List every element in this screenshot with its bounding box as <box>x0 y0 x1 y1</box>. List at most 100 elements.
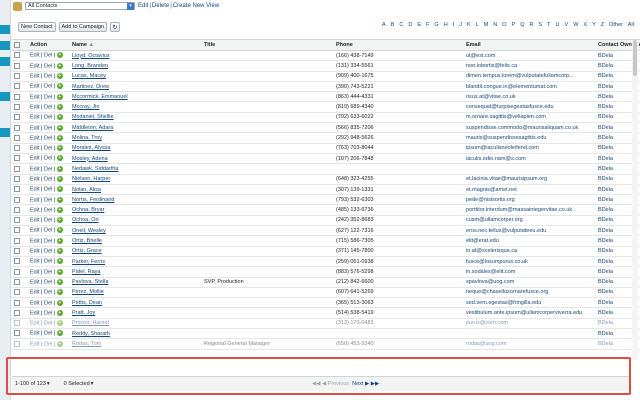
contact-name-link[interactable]: Pettis, Dean <box>72 300 102 306</box>
edit-link[interactable]: Edit <box>30 218 39 224</box>
sidebar-tab-2[interactable] <box>0 41 10 50</box>
email-link[interactable]: ut@est.com <box>466 53 495 59</box>
row-checkbox[interactable] <box>14 155 20 162</box>
delete-link[interactable]: Del <box>44 228 52 234</box>
contact-name-link[interactable]: Ortiz, Grace <box>72 248 102 254</box>
delete-link[interactable]: Del <box>44 104 52 110</box>
add-icon[interactable]: + <box>56 227 63 234</box>
edit-link[interactable]: Edit <box>30 197 39 203</box>
edit-link[interactable]: Edit <box>30 341 39 347</box>
alpha-filter-y[interactable]: Y <box>592 22 596 28</box>
add-icon[interactable]: + <box>56 175 63 182</box>
owner-link[interactable]: BDela <box>598 248 613 254</box>
delete-link[interactable]: Del <box>44 259 52 265</box>
contact-name-link[interactable]: Mccray, Jin <box>72 104 99 110</box>
owner-link[interactable]: BDela <box>598 331 613 337</box>
delete-link[interactable]: Del <box>44 300 52 306</box>
row-checkbox[interactable] <box>14 83 20 90</box>
edit-link[interactable]: Edit <box>30 228 39 234</box>
vertical-scrollbar[interactable] <box>632 40 638 360</box>
alpha-filter-l[interactable]: L <box>476 22 479 28</box>
add-icon[interactable]: + <box>56 134 63 141</box>
sidebar-tab-1[interactable] <box>0 25 10 34</box>
contact-name-link[interactable]: Patel, Raya <box>72 269 100 275</box>
contact-name-link[interactable]: Ochoa, Bryar <box>72 207 104 213</box>
scrollbar-thumb[interactable] <box>633 40 637 76</box>
email-link[interactable]: vestibulum.ante.ipsum@ullamcorperviverra… <box>466 310 582 316</box>
owner-link[interactable]: BDela <box>598 176 613 182</box>
contact-name-link[interactable]: Mcdaniel, Shellie <box>72 114 114 120</box>
edit-link[interactable]: Edit <box>30 146 39 152</box>
edit-link[interactable]: Edit <box>30 94 39 100</box>
edit-link[interactable]: Edit <box>30 207 39 213</box>
contact-name-link[interactable]: Mccormick, Emmanuel <box>72 94 128 100</box>
alpha-filter-t[interactable]: T <box>547 22 550 28</box>
edit-link[interactable]: Edit <box>30 84 39 90</box>
add-icon[interactable]: + <box>56 248 63 255</box>
alpha-filter-other[interactable]: Other <box>609 22 623 28</box>
alpha-filter-f[interactable]: F <box>426 22 429 28</box>
email-link[interactable]: fusce@losumpurus.co.uk <box>466 259 528 265</box>
column-header-title[interactable]: Title <box>202 39 334 51</box>
delete-link[interactable]: Del <box>44 290 52 296</box>
owner-link[interactable]: BDela <box>598 217 613 223</box>
owner-link[interactable]: BDela <box>598 207 613 213</box>
chevron-down-icon[interactable]: ▾ <box>127 3 134 10</box>
selected-count-select[interactable]: 0 Selected ▾ <box>64 381 94 387</box>
delete-link[interactable]: Del <box>44 279 52 285</box>
edit-link[interactable]: Edit <box>30 53 39 59</box>
contact-name-link[interactable]: Proctor, Harriet <box>72 320 109 326</box>
add-icon[interactable]: + <box>56 320 63 327</box>
alpha-filter-s[interactable]: S <box>538 22 542 28</box>
alpha-filter-c[interactable]: C <box>399 22 403 28</box>
contact-name-link[interactable]: Pavlova, Stella <box>72 279 108 285</box>
edit-link[interactable]: Edit <box>30 290 39 296</box>
row-checkbox[interactable] <box>14 299 20 306</box>
email-link[interactable]: m.ornare.sagittis@vellapien.com <box>466 114 546 120</box>
delete-link[interactable]: Del <box>44 331 52 337</box>
edit-link[interactable]: Edit <box>30 125 39 131</box>
add-icon[interactable]: + <box>56 124 63 131</box>
owner-link[interactable]: BDela <box>598 125 613 131</box>
contact-name-link[interactable]: Reddy, Sharath <box>72 331 110 337</box>
row-checkbox[interactable] <box>14 93 20 100</box>
alpha-filter-b[interactable]: B <box>391 22 395 28</box>
edit-link[interactable]: Edit <box>30 310 39 316</box>
contact-name-link[interactable]: Perez, Mollie <box>72 289 104 295</box>
email-link[interactable]: eros.nec.tellus@vulputateeu.edu <box>466 228 546 234</box>
add-icon[interactable]: + <box>56 268 63 275</box>
owner-link[interactable]: BDela <box>598 104 613 110</box>
contact-name-link[interactable]: Morales, Alyssa <box>72 145 111 151</box>
row-checkbox[interactable] <box>14 196 20 203</box>
row-checkbox[interactable] <box>14 62 20 69</box>
edit-link[interactable]: Edit <box>30 279 39 285</box>
add-icon[interactable]: + <box>56 52 63 59</box>
contact-name-link[interactable]: Norris, Ferdinand <box>72 197 115 203</box>
row-checkbox[interactable] <box>14 278 20 285</box>
row-checkbox[interactable] <box>14 309 20 316</box>
delete-link[interactable]: Del <box>44 84 52 90</box>
delete-link[interactable]: Del <box>44 176 52 182</box>
email-link[interactable]: spavlova@uog.com <box>466 279 514 285</box>
add-icon[interactable]: + <box>56 93 63 100</box>
create-new-view-link[interactable]: Create New View <box>173 3 219 9</box>
email-link[interactable]: cusm@ullamcorper.org <box>466 217 523 223</box>
contact-name-link[interactable]: Nolan, Alisa <box>72 187 101 193</box>
sidebar-tab-4[interactable] <box>0 92 10 101</box>
contact-name-link[interactable]: Long, Branden <box>72 63 108 69</box>
row-checkbox[interactable] <box>14 330 20 337</box>
contact-name-link[interactable]: Ortiz, Brielle <box>72 238 102 244</box>
row-checkbox[interactable] <box>14 268 20 275</box>
email-link[interactable]: mauris@suspendissesagittis.edu <box>466 135 546 141</box>
previous-page-button[interactable]: ◀◀ ◀ Previous <box>312 381 349 387</box>
row-checkbox[interactable] <box>14 289 20 296</box>
row-checkbox[interactable] <box>14 320 20 327</box>
delete-link[interactable]: Del <box>44 187 52 193</box>
row-checkbox[interactable] <box>14 73 20 80</box>
owner-link[interactable]: BDela <box>598 197 613 203</box>
email-link[interactable]: et.magnis@amet.net <box>466 187 517 193</box>
email-link[interactable]: purus@vurn.com <box>466 320 508 326</box>
add-icon[interactable]: + <box>56 309 63 316</box>
owner-link[interactable]: BDela <box>598 166 613 172</box>
alpha-filter-e[interactable]: E <box>417 22 421 28</box>
